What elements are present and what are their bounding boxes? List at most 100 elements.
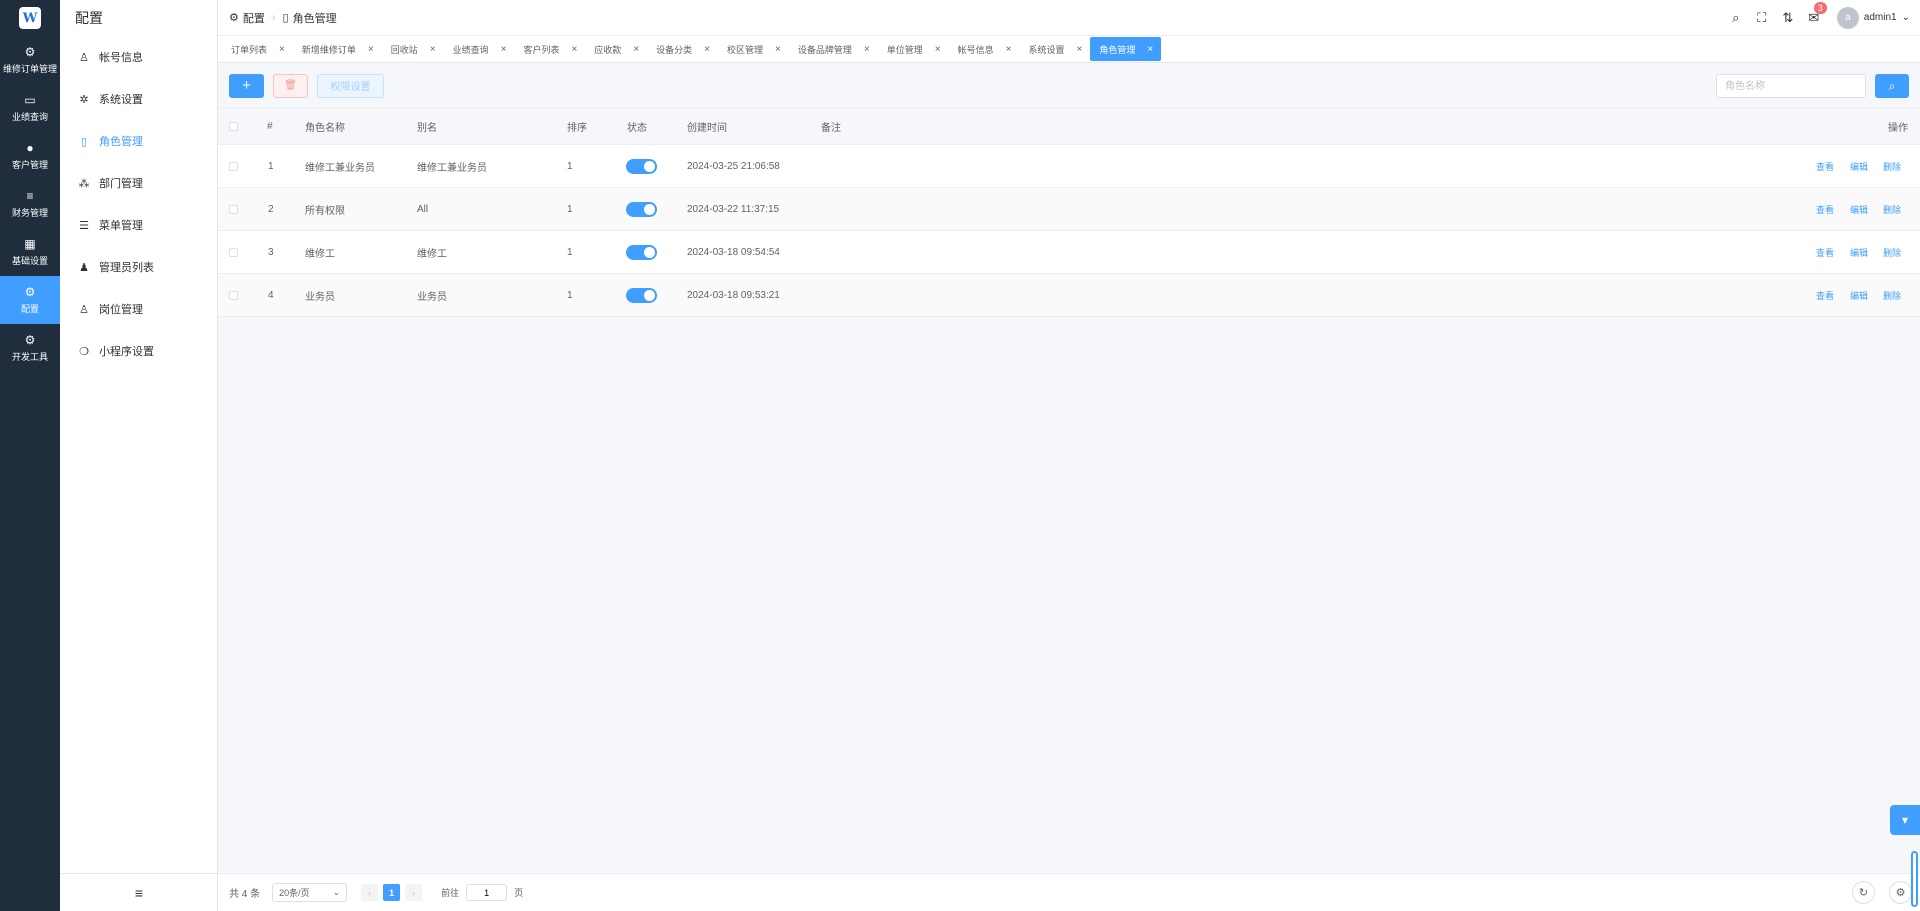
- close-icon[interactable]: ×: [1147, 44, 1153, 55]
- cell-role-name: 所有权限: [305, 205, 345, 217]
- cell-alias: 维修工兼业务员: [417, 162, 487, 174]
- rail-item-6[interactable]: ⚙ 开发工具: [0, 324, 60, 372]
- close-icon[interactable]: ×: [571, 44, 577, 55]
- view-button[interactable]: 查看: [1816, 246, 1834, 259]
- message-icon[interactable]: ✉ 3: [1801, 1, 1827, 26]
- app-logo[interactable]: W: [0, 0, 60, 36]
- tab-4[interactable]: 客户列表 ×: [514, 37, 585, 61]
- sub-menu-item-4[interactable]: ☰ 菜单管理: [60, 204, 217, 246]
- row-checkbox[interactable]: [229, 247, 238, 257]
- close-icon[interactable]: ×: [368, 44, 374, 55]
- tab-1[interactable]: 新增维修订单 ×: [293, 37, 382, 61]
- prev-page-button[interactable]: ‹: [361, 884, 379, 901]
- avatar[interactable]: a: [1836, 6, 1859, 29]
- gear-icon: ⚙: [1895, 887, 1906, 899]
- close-icon[interactable]: ×: [775, 44, 781, 55]
- edit-button[interactable]: 编辑: [1850, 246, 1868, 259]
- status-toggle[interactable]: [626, 158, 657, 174]
- main-nav-rail: W ⚙ 维修订单管理 ▭ 业绩查询 ● 客户管理 ≡ 财务管理 ▦ 基础设置 ⚙ 配置 ⚙ 开发工具: [0, 0, 60, 911]
- close-icon[interactable]: ×: [935, 44, 941, 55]
- row-checkbox[interactable]: [229, 161, 238, 171]
- tab-3[interactable]: 业绩查询 ×: [444, 37, 515, 61]
- sub-menu-item-0[interactable]: ♙ 帐号信息: [60, 36, 217, 78]
- view-button[interactable]: 查看: [1816, 160, 1834, 173]
- rail-item-label: 开发工具: [11, 352, 48, 362]
- close-icon[interactable]: ×: [704, 44, 710, 55]
- page-number-current[interactable]: 1: [383, 884, 401, 901]
- view-button[interactable]: 查看: [1816, 203, 1834, 216]
- tab-label: 订单列表: [231, 44, 268, 55]
- rail-item-3[interactable]: ≡ 财务管理: [0, 180, 60, 228]
- delete-row-button[interactable]: 删除: [1883, 246, 1901, 259]
- user-name[interactable]: admin1: [1864, 12, 1897, 23]
- add-button[interactable]: +: [229, 73, 264, 98]
- goto-page-input[interactable]: [466, 884, 508, 901]
- settings-button[interactable]: ⚙: [1889, 881, 1912, 904]
- sub-menu-item-7[interactable]: ❍ 小程序设置: [60, 330, 217, 372]
- rail-item-4[interactable]: ▦ 基础设置: [0, 228, 60, 276]
- delete-row-button[interactable]: 删除: [1883, 203, 1901, 216]
- delete-button[interactable]: 🗑: [273, 73, 308, 98]
- breadcrumb: ⚙ 配置 › ▯ 角色管理: [218, 10, 337, 26]
- cell-index: 2: [268, 203, 274, 215]
- refresh-button[interactable]: ↻: [1852, 881, 1875, 904]
- status-toggle[interactable]: [626, 201, 657, 217]
- tab-5[interactable]: 应收款 ×: [585, 37, 647, 61]
- rail-item-0[interactable]: ⚙ 维修订单管理: [0, 36, 60, 84]
- org-icon: ⁂: [78, 177, 90, 190]
- fullscreen-icon[interactable]: ⛶: [1749, 10, 1775, 26]
- table-row: 1 维修工兼业务员 维修工兼业务员 1 2024-03-25 21:06:58 查看 编辑 删…: [218, 145, 1920, 188]
- chart-icon: ▭: [24, 93, 36, 107]
- tab-6[interactable]: 设备分类 ×: [647, 37, 718, 61]
- tab-8[interactable]: 设备品牌管理 ×: [789, 37, 878, 61]
- delete-row-button[interactable]: 删除: [1883, 160, 1901, 173]
- sub-menu-item-6[interactable]: ♙ 岗位管理: [60, 288, 217, 330]
- rail-item-2[interactable]: ● 客户管理: [0, 132, 60, 180]
- chevron-down-icon[interactable]: ⌄: [1902, 12, 1910, 23]
- tab-12[interactable]: 角色管理 ×: [1090, 37, 1162, 61]
- sub-menu-item-1[interactable]: ✲ 系统设置: [60, 78, 217, 120]
- search-icon[interactable]: ⌕: [1723, 10, 1749, 26]
- tab-label: 回收站: [390, 44, 418, 55]
- close-icon[interactable]: ×: [501, 44, 507, 55]
- scroll-handle[interactable]: [1911, 851, 1918, 907]
- status-toggle[interactable]: [626, 287, 657, 303]
- permission-settings-button[interactable]: 权限设置: [317, 73, 384, 98]
- edit-button[interactable]: 编辑: [1850, 203, 1868, 216]
- search-button[interactable]: ⌕: [1875, 74, 1909, 98]
- breadcrumb-item-config[interactable]: 配置: [243, 10, 265, 26]
- status-toggle[interactable]: [626, 244, 657, 260]
- close-icon[interactable]: ×: [1006, 44, 1012, 55]
- select-all-checkbox[interactable]: [229, 122, 238, 131]
- switch-icon[interactable]: ⇅: [1775, 10, 1801, 26]
- tab-9[interactable]: 单位管理 ×: [878, 37, 949, 61]
- edit-button[interactable]: 编辑: [1850, 160, 1868, 173]
- sub-menu-item-5[interactable]: ♟ 管理员列表: [60, 246, 217, 288]
- view-button[interactable]: 查看: [1816, 289, 1834, 302]
- sub-menu-item-2[interactable]: ▯ 角色管理: [60, 120, 217, 162]
- collapse-menu-button[interactable]: ≡: [60, 873, 218, 911]
- page-size-select[interactable]: 20条/页 ⌄: [272, 883, 348, 902]
- floating-tool-button[interactable]: ▾: [1890, 805, 1920, 835]
- close-icon[interactable]: ×: [633, 44, 639, 55]
- tab-2[interactable]: 回收站 ×: [382, 37, 444, 61]
- rail-item-1[interactable]: ▭ 业绩查询: [0, 84, 60, 132]
- sub-menu-item-3[interactable]: ⁂ 部门管理: [60, 162, 217, 204]
- close-icon[interactable]: ×: [1076, 44, 1082, 55]
- row-checkbox[interactable]: [229, 290, 238, 300]
- role-name-search-input[interactable]: [1716, 74, 1866, 98]
- tab-10[interactable]: 帐号信息 ×: [949, 37, 1020, 61]
- close-icon[interactable]: ×: [430, 44, 436, 55]
- row-checkbox[interactable]: [229, 204, 238, 214]
- tab-label: 校区管理: [727, 44, 764, 55]
- close-icon[interactable]: ×: [864, 44, 870, 55]
- next-page-button[interactable]: ›: [405, 884, 423, 901]
- tab-11[interactable]: 系统设置 ×: [1019, 37, 1090, 61]
- delete-row-button[interactable]: 删除: [1883, 289, 1901, 302]
- tab-0[interactable]: 订单列表 ×: [222, 37, 293, 61]
- rail-item-5[interactable]: ⚙ 配置: [0, 276, 60, 324]
- edit-button[interactable]: 编辑: [1850, 289, 1868, 302]
- table-row: 2 所有权限 All 1 2024-03-22 11:37:15 查看 编辑 删除: [218, 188, 1920, 231]
- tab-7[interactable]: 校区管理 ×: [718, 37, 789, 61]
- close-icon[interactable]: ×: [279, 44, 285, 55]
